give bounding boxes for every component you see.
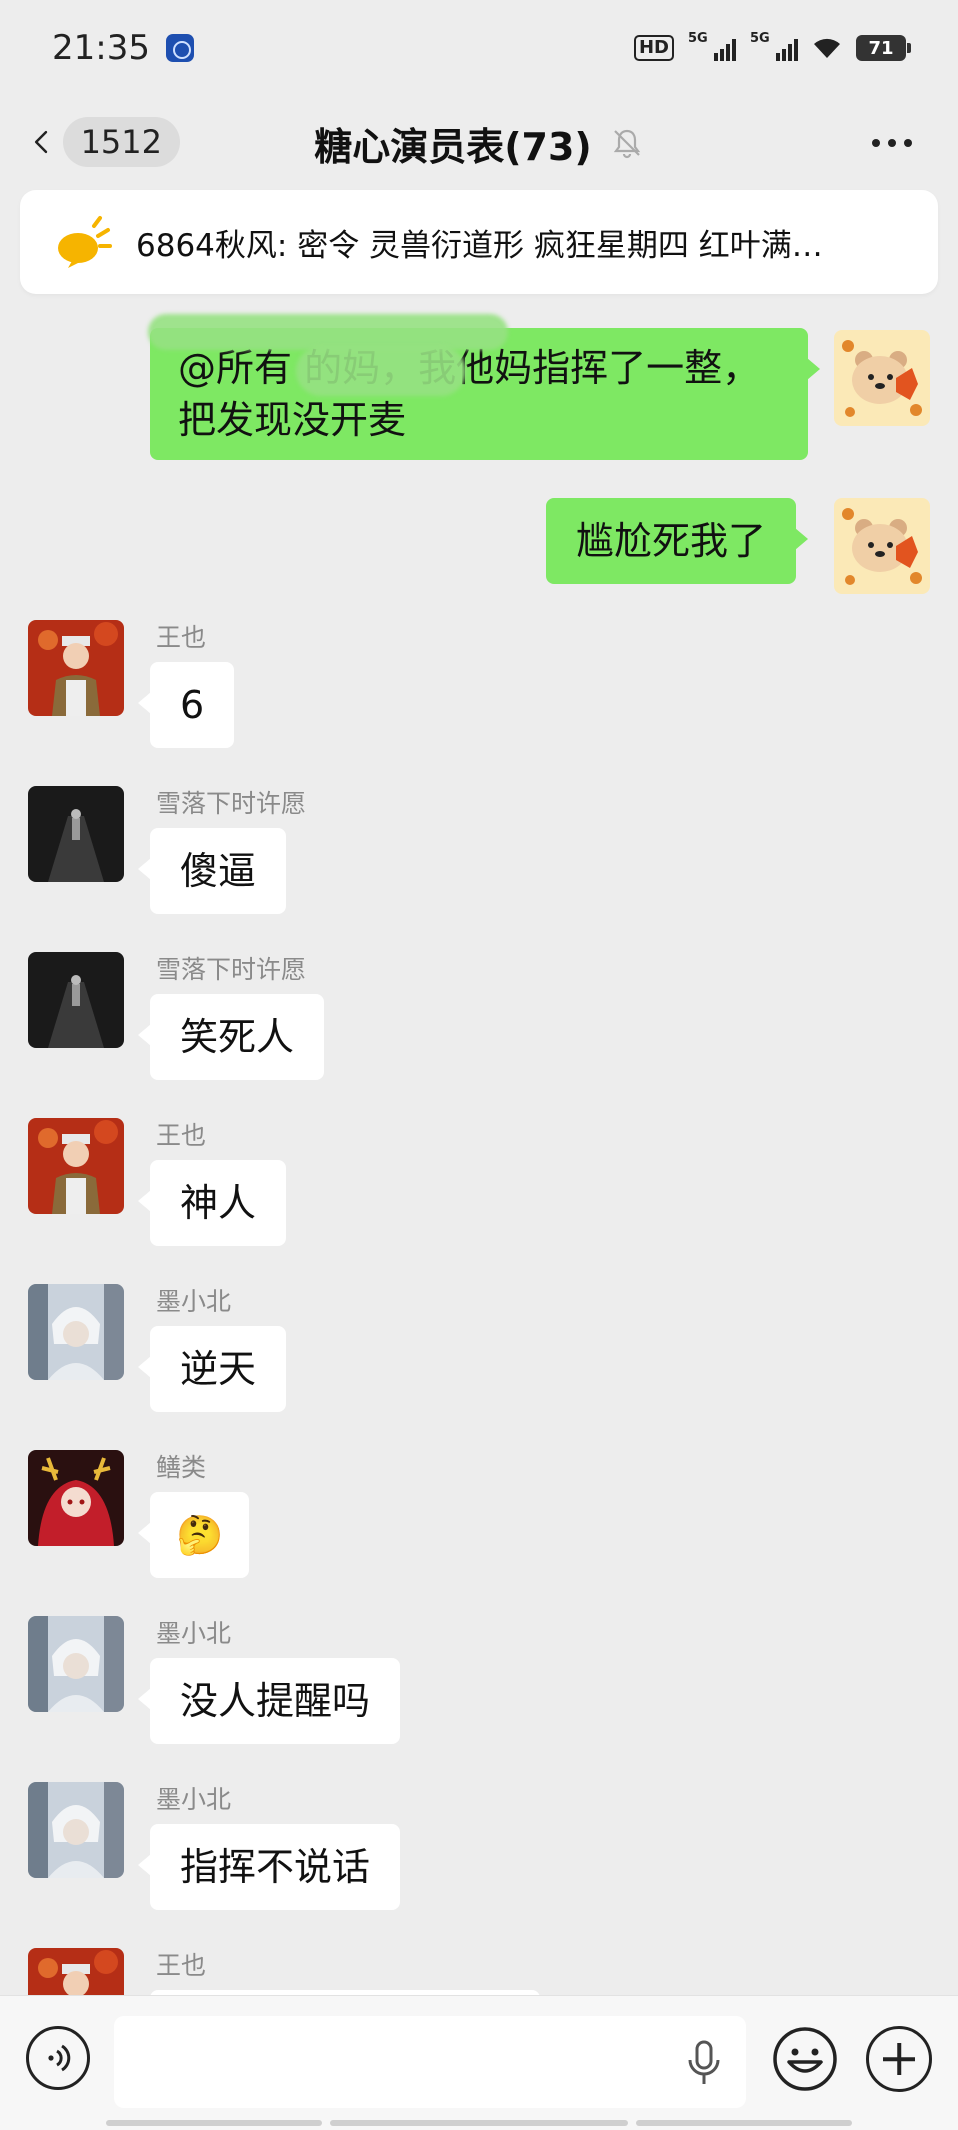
- red-leaf-boy-avatar-icon: [28, 620, 124, 716]
- avatar[interactable]: [28, 1782, 124, 1878]
- message-bubble[interactable]: 指挥不说话: [137, 1824, 401, 1910]
- message-bubble[interactable]: 逆天: [137, 1326, 287, 1412]
- voice-wave-icon: [48, 2044, 71, 2072]
- sender-name: 王也: [156, 1951, 207, 1980]
- message-bubble[interactable]: 神人: [137, 1160, 287, 1246]
- bear-maple-avatar-icon: [834, 498, 930, 594]
- avatar[interactable]: [28, 620, 124, 716]
- pinned-notice[interactable]: 6864秋风: 密令 灵兽衍道形 疯狂星期四 红叶满…: [20, 190, 938, 294]
- avatar[interactable]: [28, 1284, 124, 1380]
- redaction-mask: [148, 314, 508, 350]
- message-bubble[interactable]: 傻逼: [137, 828, 287, 914]
- nav-indicator: [106, 2120, 322, 2126]
- red-leaf-boy-avatar-icon: [28, 1118, 124, 1214]
- sender-name: 墨小北: [156, 1619, 232, 1648]
- avatar[interactable]: [28, 1616, 124, 1712]
- sender-name: 墨小北: [156, 1287, 232, 1316]
- avatar[interactable]: [28, 952, 124, 1048]
- message-list[interactable]: @所有 的妈，我他妈指挥了一整，把发现没开麦 尴尬死我了 王也 6 雪落下时许愿…: [0, 300, 958, 1995]
- red-leaf-boy-avatar-icon: [28, 1948, 124, 1995]
- message-bubble[interactable]: 尴尬死我了: [546, 498, 809, 584]
- white-hair-avatar-icon: [28, 1616, 124, 1712]
- redaction-mask: [296, 346, 466, 396]
- input-bar: [0, 1995, 958, 2130]
- sender-name: 墨小北: [156, 1785, 232, 1814]
- battery-icon: 71: [856, 35, 911, 61]
- status-bar: 21:35 HD 5G 5G 71: [0, 0, 958, 96]
- avatar[interactable]: [28, 786, 124, 882]
- red-antler-avatar-icon: [28, 1450, 124, 1546]
- bulletin-speaker-icon: [58, 216, 112, 268]
- more-actions-button[interactable]: [866, 2026, 932, 2092]
- unread-count-badge: 1512: [62, 117, 180, 167]
- avatar[interactable]: [28, 1118, 124, 1214]
- voice-input-button[interactable]: [26, 2026, 90, 2090]
- status-indicators: HD 5G 5G 71: [633, 31, 911, 61]
- chat-header: 1512 糖心演员表(73): [0, 96, 958, 190]
- sender-name: 鳝类: [156, 1453, 207, 1482]
- avatar[interactable]: [834, 498, 930, 594]
- sender-name: 王也: [156, 623, 207, 652]
- avatar[interactable]: [28, 1948, 124, 1995]
- avatar[interactable]: [834, 330, 930, 426]
- cellular-signal-icon: 5G: [688, 31, 736, 61]
- sender-name: 王也: [156, 1121, 207, 1150]
- nav-indicator: [330, 2120, 628, 2126]
- dark-corridor-avatar-icon: [28, 952, 124, 1048]
- avatar[interactable]: [28, 1450, 124, 1546]
- status-time: 21:35: [52, 28, 150, 68]
- app-notification-icon: [165, 34, 194, 62]
- hd-voice-icon: HD: [633, 35, 674, 61]
- emoji-button[interactable]: [772, 2026, 838, 2092]
- back-button[interactable]: 1512: [30, 110, 180, 174]
- chat-title: 糖心演员表(73): [314, 124, 592, 169]
- message-bubble[interactable]: 🤔: [137, 1492, 250, 1578]
- bear-maple-avatar-icon: [834, 330, 930, 426]
- chevron-left-icon: [34, 130, 48, 154]
- bell-muted-icon: [613, 129, 641, 159]
- dark-corridor-avatar-icon: [28, 786, 124, 882]
- white-hair-avatar-icon: [28, 1782, 124, 1878]
- wifi-icon: [812, 36, 842, 60]
- message-bubble[interactable]: 笑死人: [137, 994, 325, 1080]
- more-dots-icon: [872, 139, 880, 147]
- notice-text: 6864秋风: 密令 灵兽衍道形 疯狂星期四 红叶满…: [136, 227, 823, 264]
- message-input[interactable]: [114, 2016, 746, 2108]
- more-options-button[interactable]: [866, 126, 918, 160]
- white-hair-avatar-icon: [28, 1284, 124, 1380]
- message-bubble[interactable]: 6: [137, 662, 235, 748]
- nav-indicator: [636, 2120, 852, 2126]
- microphone-icon[interactable]: [684, 2040, 724, 2086]
- cellular-signal-icon-2: 5G: [750, 31, 798, 61]
- sender-name: 雪落下时许愿: [156, 955, 307, 984]
- thinking-face-emoji: 🤔: [176, 1513, 224, 1557]
- message-bubble[interactable]: 没人提醒吗: [137, 1658, 401, 1744]
- sender-name: 雪落下时许愿: [156, 789, 307, 818]
